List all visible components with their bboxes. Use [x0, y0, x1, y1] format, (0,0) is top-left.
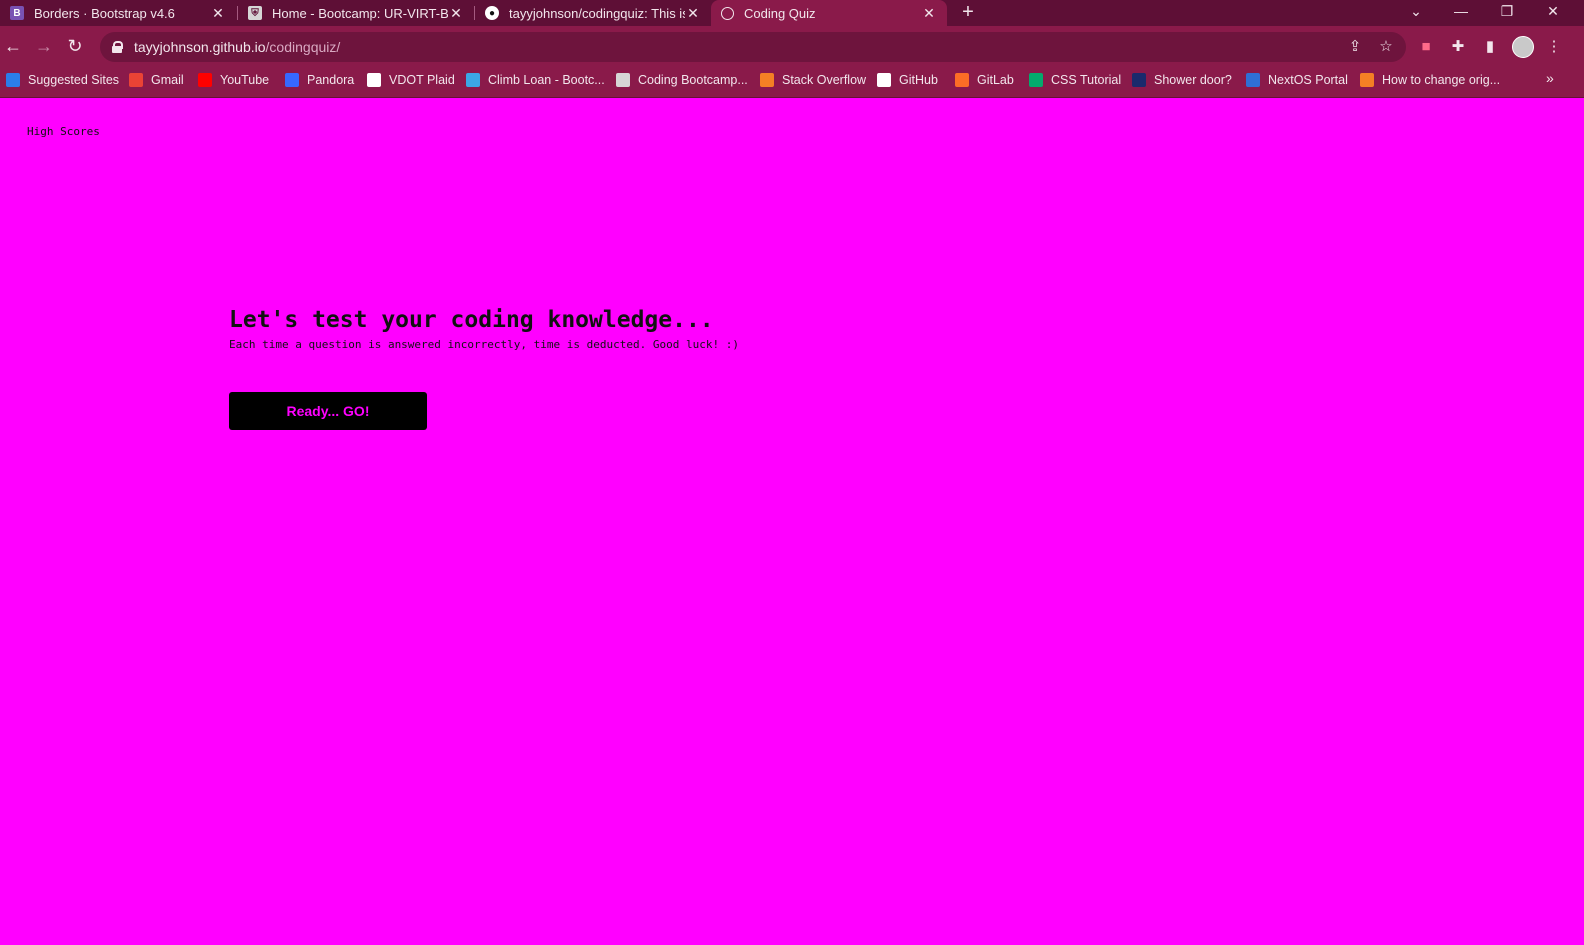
url-text: tayyjohnson.github.io/codingquiz/ [134, 39, 341, 55]
new-tab-icon[interactable]: + [958, 0, 978, 26]
bookmark-item[interactable]: Coding Bootcamp... [616, 66, 748, 94]
github-favicon-icon: ● [485, 6, 499, 20]
lock-icon[interactable] [112, 41, 123, 53]
bookmarks-overflow-icon[interactable]: » [1546, 70, 1554, 86]
tab-strip: B Borders · Bootstrap v4.6 ✕ ⛨ Home - Bo… [0, 0, 1584, 26]
stackoverflow-icon [1360, 73, 1374, 87]
page-content: High Scores Let's test your coding knowl… [0, 98, 1584, 945]
climb-icon [466, 73, 480, 87]
tab-coding-quiz[interactable]: Coding Quiz ✕ [711, 0, 947, 26]
bookmark-item[interactable]: Shower door? [1132, 66, 1232, 94]
tab-search-chevron-icon[interactable]: ⌄ [1396, 0, 1436, 26]
close-icon[interactable]: ✕ [210, 5, 226, 22]
bookmark-item[interactable]: Climb Loan - Bootc... [466, 66, 605, 94]
tab-bootstrap-borders[interactable]: B Borders · Bootstrap v4.6 ✕ [0, 0, 236, 26]
close-icon[interactable]: ✕ [921, 5, 937, 22]
bookmark-label: Coding Bootcamp... [638, 73, 748, 87]
window-close-icon[interactable]: ✕ [1533, 0, 1573, 26]
share-icon[interactable]: ⇪ [1346, 38, 1364, 56]
tab-github-repo[interactable]: ● tayyjohnson/codingquiz: This is t ✕ [475, 0, 711, 26]
bookmark-item[interactable]: GitHub [877, 66, 938, 94]
forward-arrow-icon[interactable]: → [33, 36, 55, 58]
tab-title: Borders · Bootstrap v4.6 [34, 5, 175, 21]
star-bookmark-icon[interactable]: ☆ [1377, 38, 1395, 56]
bookmark-label: How to change orig... [1382, 73, 1501, 87]
bookmark-label: Climb Loan - Bootc... [488, 73, 605, 87]
bookmarks-bar: How to change orig... NextOS Portal Shower… [0, 66, 1584, 98]
bing-icon [6, 73, 20, 87]
stackoverflow-icon [760, 73, 774, 87]
bookmark-item[interactable]: GitLab [955, 66, 1014, 94]
bookmark-item[interactable]: Suggested Sites [6, 66, 119, 94]
bookmark-label: Pandora [307, 73, 355, 87]
bookmark-label: GitLab [977, 73, 1014, 87]
bookmark-item[interactable]: How to change orig... [1360, 66, 1500, 94]
close-icon[interactable]: ✕ [448, 5, 464, 22]
shower-icon [1132, 73, 1146, 87]
bookmark-item[interactable]: NextOS Portal [1246, 66, 1348, 94]
w3schools-icon [1029, 73, 1043, 87]
bookmark-item[interactable]: Stack Overflow [760, 66, 866, 94]
browser-toolbar: ← → ↻ tayyjohnson.github.io/codingquiz/ … [0, 26, 1584, 66]
page-subtext: Each time a question is answered incorre… [229, 338, 739, 351]
menu-kebab-icon[interactable]: ⋮ [1544, 37, 1564, 57]
gitlab-icon [955, 73, 969, 87]
pandora-icon [285, 73, 299, 87]
profile-avatar[interactable] [1512, 36, 1534, 58]
bookmark-item[interactable]: Pandora [285, 66, 354, 94]
bootstrap-favicon-icon: B [10, 6, 24, 20]
tab-bootcamp-home[interactable]: ⛨ Home - Bootcamp: UR-VIRT-BO- ✕ [238, 0, 474, 26]
bookmark-item[interactable]: CSS Tutorial [1029, 66, 1121, 94]
tab-title: tayyjohnson/codingquiz: This is t [509, 5, 685, 21]
high-scores-link[interactable]: High Scores [27, 125, 100, 138]
restore-icon[interactable]: ❐ [1487, 0, 1527, 26]
bookmark-label: NextOS Portal [1268, 73, 1348, 87]
side-panel-icon[interactable]: ▮ [1480, 37, 1500, 57]
bookmark-label: Gmail [151, 73, 184, 87]
extension-record-icon[interactable]: ■ [1416, 37, 1436, 57]
youtube-icon [198, 73, 212, 87]
bookmark-item[interactable]: YouTube [198, 66, 269, 94]
back-arrow-icon[interactable]: ← [2, 36, 24, 58]
reload-icon[interactable]: ↻ [64, 36, 86, 58]
bookmark-label: Shower door? [1154, 73, 1232, 87]
github-icon [877, 73, 891, 87]
close-icon[interactable]: ✕ [685, 5, 701, 22]
bookmark-item[interactable]: Gmail [129, 66, 184, 94]
bookmark-item[interactable]: VDOT Plaid [367, 66, 455, 94]
globe-favicon-icon [721, 6, 734, 20]
shield-icon [616, 73, 630, 87]
minimize-icon[interactable]: — [1441, 0, 1481, 26]
start-quiz-button[interactable]: Ready... GO! [229, 392, 427, 430]
gmail-icon [129, 73, 143, 87]
bookmark-label: CSS Tutorial [1051, 73, 1122, 87]
vdot-icon [367, 73, 381, 87]
bookmark-label: YouTube [220, 73, 270, 87]
puzzle-extensions-icon[interactable]: ✚ [1448, 37, 1468, 57]
page-title: Let's test your coding knowledge... [229, 307, 714, 333]
bookmark-label: GitHub [899, 73, 938, 87]
bookmark-label: Stack Overflow [782, 73, 867, 87]
shield-favicon-icon: ⛨ [248, 6, 262, 20]
bookmark-label: VDOT Plaid [389, 73, 455, 87]
person-icon [1246, 73, 1260, 87]
bookmark-label: Suggested Sites [28, 73, 120, 87]
tab-title: Coding Quiz [744, 5, 816, 21]
address-bar[interactable]: tayyjohnson.github.io/codingquiz/ ⇪ ☆ [100, 32, 1406, 62]
tab-title: Home - Bootcamp: UR-VIRT-BO- [272, 5, 448, 21]
